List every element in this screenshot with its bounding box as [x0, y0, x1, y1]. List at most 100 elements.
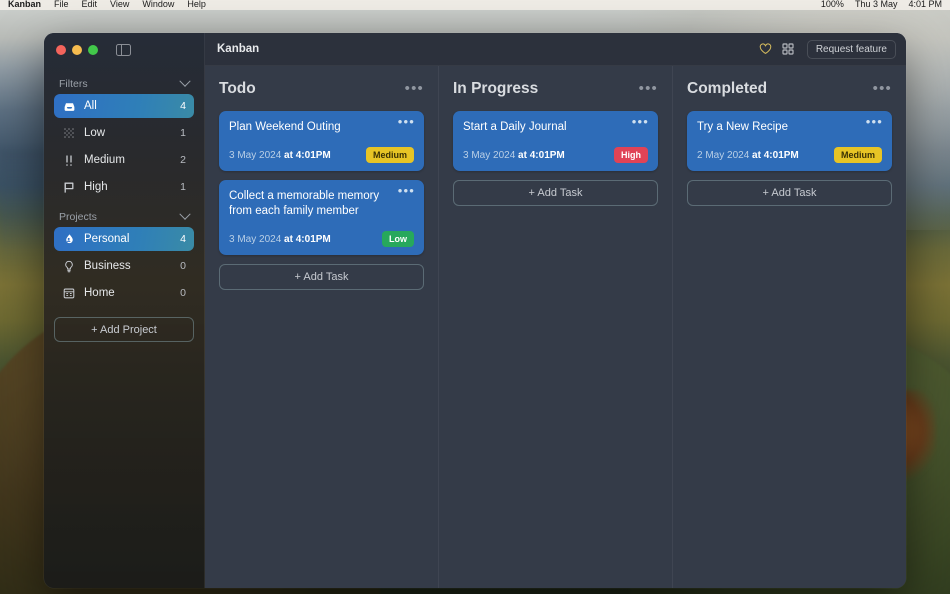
main-content: Kanban Request feature Todo ••• ••• Plan… [205, 33, 906, 588]
request-feature-button[interactable]: Request feature [806, 39, 896, 59]
dots-grid-icon [62, 126, 76, 140]
sidebar-item-count: 2 [180, 154, 186, 166]
sidebar-toggle-icon[interactable] [116, 43, 131, 56]
task-card[interactable]: ••• Try a New Recipe 2 May 2024 at 4:01P… [687, 111, 892, 171]
heart-icon[interactable] [755, 38, 777, 60]
sidebar-item-all[interactable]: All 4 [54, 94, 194, 118]
menu-item-edit[interactable]: Edit [82, 0, 98, 9]
sidebar: Filters All 4 Low 1 Medium 2 High 1 Proj… [44, 33, 205, 588]
sidebar-item-label: All [84, 100, 97, 112]
task-card[interactable]: ••• Start a Daily Journal 3 May 2024 at … [453, 111, 658, 171]
page-title: Kanban [217, 43, 260, 55]
priority-badge: Low [382, 231, 414, 247]
task-time: 4:01PM [295, 233, 331, 245]
filters-group-header[interactable]: Filters [54, 72, 194, 94]
task-title: Collect a memorable memory from each fam… [229, 190, 380, 217]
add-project-button[interactable]: + Add Project [54, 317, 194, 342]
sidebar-item-high[interactable]: High 1 [54, 175, 194, 199]
menu-item-view[interactable]: View [110, 0, 129, 9]
sidebar-item-count: 1 [180, 127, 186, 139]
close-button[interactable] [56, 44, 66, 55]
projects-group-header[interactable]: Projects [54, 205, 194, 227]
projects-group-label: Projects [59, 211, 97, 223]
sidebar-item-label: Business [84, 260, 131, 272]
sidebar-item-label: Low [84, 127, 106, 139]
grid-icon[interactable] [777, 38, 799, 60]
minimize-button[interactable] [72, 44, 82, 55]
card-menu-icon[interactable]: ••• [632, 115, 649, 128]
task-time: 4:01PM [295, 149, 331, 161]
zoom-button[interactable] [88, 44, 98, 55]
sidebar-item-count: 4 [180, 100, 186, 112]
battery-percentage: 100% [820, 0, 844, 9]
sidebar-item-count: 0 [180, 260, 186, 272]
sidebar-item-medium[interactable]: Medium 2 [54, 148, 194, 172]
column-title: Todo [219, 80, 256, 97]
menu-bar-left-group: Kanban File Edit View Window Help [8, 0, 206, 9]
menu-item-app[interactable]: Kanban [8, 0, 41, 9]
task-date: 3 May 2024 [229, 149, 282, 161]
menu-item-window[interactable]: Window [142, 0, 174, 9]
task-time-prefix: at [518, 149, 527, 161]
task-card[interactable]: ••• Collect a memorable memory from each… [219, 180, 424, 255]
tray-icon [62, 99, 76, 113]
column-header: Todo ••• [219, 80, 424, 98]
task-datetime: 3 May 2024 at 4:01PM [229, 234, 331, 245]
sidebar-item-low[interactable]: Low 1 [54, 121, 194, 145]
lightbulb-icon [62, 259, 76, 273]
kanban-column-todo: Todo ••• ••• Plan Weekend Outing 3 May 2… [205, 66, 439, 588]
sidebar-item-home[interactable]: Home 0 [54, 281, 194, 305]
task-date: 2 May 2024 [697, 149, 750, 161]
task-datetime: 2 May 2024 at 4:01PM [697, 150, 799, 161]
card-menu-icon[interactable]: ••• [398, 184, 415, 197]
chevron-down-icon[interactable] [179, 75, 191, 87]
calendar-icon [62, 286, 76, 300]
task-date: 3 May 2024 [463, 149, 516, 161]
sidebar-item-label: Home [84, 287, 115, 299]
menu-item-file[interactable]: File [54, 0, 69, 9]
add-task-button[interactable]: + Add Task [453, 180, 658, 206]
card-footer: 3 May 2024 at 4:01PM High [463, 147, 648, 163]
kanban-app-window: Filters All 4 Low 1 Medium 2 High 1 Proj… [44, 33, 906, 588]
app-toolbar: Kanban Request feature [205, 33, 906, 66]
macos-menu-bar: Kanban File Edit View Window Help 100% T… [0, 0, 950, 10]
sidebar-item-count: 4 [180, 233, 186, 245]
column-header: In Progress ••• [453, 80, 658, 98]
sidebar-item-label: Personal [84, 233, 130, 245]
card-menu-icon[interactable]: ••• [866, 115, 883, 128]
window-titlebar [54, 33, 194, 66]
add-task-button[interactable]: + Add Task [687, 180, 892, 206]
card-menu-icon[interactable]: ••• [398, 115, 415, 128]
sidebar-item-business[interactable]: Business 0 [54, 254, 194, 278]
task-time-prefix: at [752, 149, 761, 161]
menu-bar-clock: 4:01 PM [908, 0, 942, 9]
sidebar-item-personal[interactable]: Personal 4 [54, 227, 194, 251]
flag-icon [62, 180, 76, 194]
column-header: Completed ••• [687, 80, 892, 98]
card-footer: 2 May 2024 at 4:01PM Medium [697, 147, 882, 163]
menu-item-help[interactable]: Help [187, 0, 206, 9]
sidebar-item-label: High [84, 181, 108, 193]
task-title: Try a New Recipe [697, 121, 788, 133]
column-menu-icon[interactable]: ••• [405, 81, 424, 96]
task-card[interactable]: ••• Plan Weekend Outing 3 May 2024 at 4:… [219, 111, 424, 171]
add-task-button[interactable]: + Add Task [219, 264, 424, 290]
column-title: In Progress [453, 80, 539, 97]
double-exclamation-icon [62, 153, 76, 167]
person-drop-icon [62, 232, 76, 246]
task-date: 3 May 2024 [229, 233, 282, 245]
card-footer: 3 May 2024 at 4:01PM Low [229, 231, 414, 247]
column-title: Completed [687, 80, 768, 97]
task-time-prefix: at [284, 233, 293, 245]
task-datetime: 3 May 2024 at 4:01PM [463, 150, 565, 161]
column-menu-icon[interactable]: ••• [639, 81, 658, 96]
column-menu-icon[interactable]: ••• [873, 81, 892, 96]
priority-badge: High [614, 147, 648, 163]
sidebar-item-count: 1 [180, 181, 186, 193]
task-time-prefix: at [284, 149, 293, 161]
task-time: 4:01PM [529, 149, 565, 161]
kanban-column-in-progress: In Progress ••• ••• Start a Daily Journa… [439, 66, 673, 588]
filters-group-label: Filters [59, 78, 88, 90]
task-title: Start a Daily Journal [463, 121, 567, 133]
chevron-down-icon[interactable] [179, 208, 191, 220]
